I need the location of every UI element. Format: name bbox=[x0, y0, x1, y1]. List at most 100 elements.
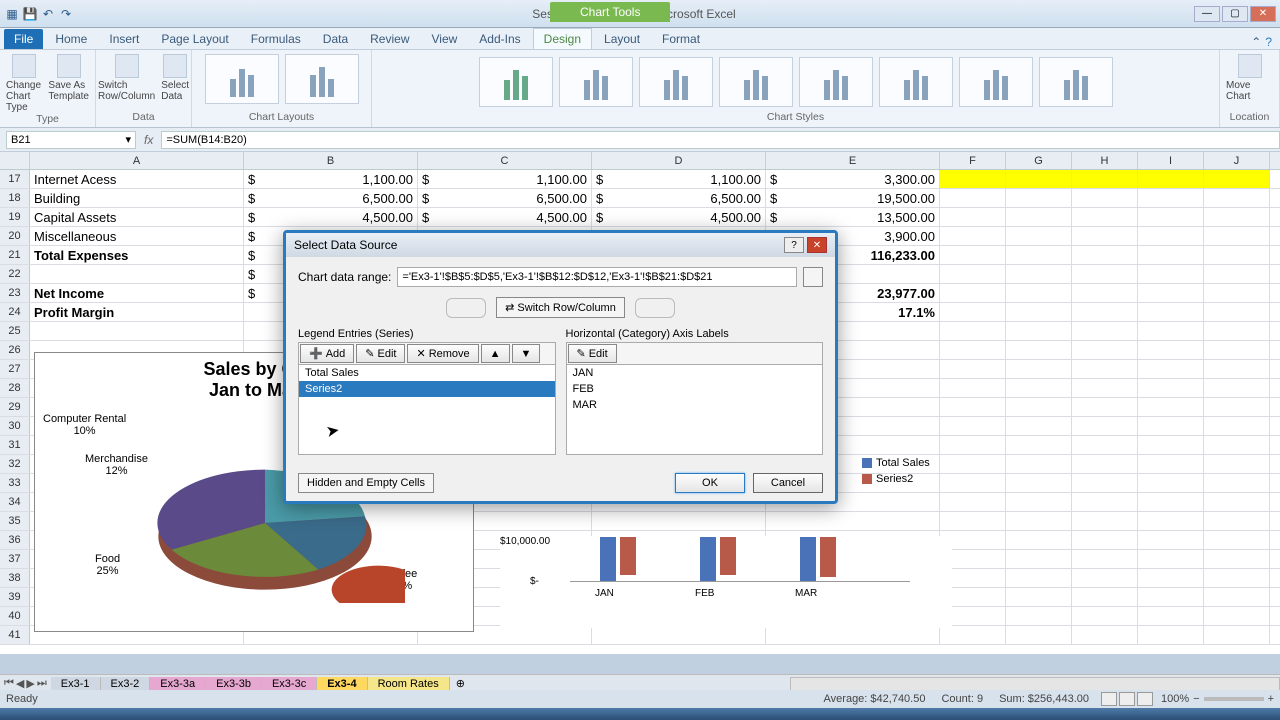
formula-bar[interactable]: =SUM(B14:B20) bbox=[161, 131, 1280, 149]
sheet-tab[interactable]: Ex3-3b bbox=[206, 677, 262, 691]
tab-data[interactable]: Data bbox=[313, 29, 358, 49]
tab-file[interactable]: File bbox=[4, 29, 43, 49]
chart-layout-option[interactable] bbox=[205, 54, 279, 104]
column-header[interactable]: B bbox=[244, 152, 418, 169]
table-row[interactable]: 18Building$6,500.00$6,500.00$6,500.00$19… bbox=[0, 189, 1280, 208]
tab-page-layout[interactable]: Page Layout bbox=[151, 29, 238, 49]
first-sheet-icon[interactable]: ⏮ bbox=[4, 677, 14, 690]
tab-insert[interactable]: Insert bbox=[99, 29, 149, 49]
name-box[interactable]: B21▾ bbox=[6, 131, 136, 149]
chart-style-option[interactable] bbox=[719, 57, 793, 107]
dialog-help-button[interactable]: ? bbox=[784, 237, 804, 253]
tab-home[interactable]: Home bbox=[45, 29, 97, 49]
save-icon[interactable]: 💾 bbox=[22, 6, 38, 22]
series-move-up-button[interactable]: ▲ bbox=[481, 344, 510, 363]
series-edit-button[interactable]: ✎Edit bbox=[356, 344, 405, 363]
chart-style-option[interactable] bbox=[1039, 57, 1113, 107]
column-header[interactable]: E bbox=[766, 152, 940, 169]
ok-button[interactable]: OK bbox=[675, 473, 745, 493]
series-move-down-button[interactable]: ▼ bbox=[512, 344, 541, 363]
column-header[interactable]: A bbox=[30, 152, 244, 169]
chart-style-option[interactable] bbox=[479, 57, 553, 107]
chevron-down-icon[interactable]: ▾ bbox=[125, 133, 131, 146]
chart-layout-option[interactable] bbox=[285, 54, 359, 104]
column-header[interactable]: G bbox=[1006, 152, 1072, 169]
chart-style-option[interactable] bbox=[879, 57, 953, 107]
windows-taskbar[interactable] bbox=[0, 708, 1280, 720]
column-header[interactable]: D bbox=[592, 152, 766, 169]
tab-format[interactable]: Format bbox=[652, 29, 710, 49]
tab-add-ins[interactable]: Add-Ins bbox=[469, 29, 530, 49]
range-picker-button[interactable] bbox=[803, 267, 823, 287]
horizontal-scrollbar[interactable] bbox=[790, 677, 1280, 691]
column-header[interactable]: I bbox=[1138, 152, 1204, 169]
chart-style-option[interactable] bbox=[799, 57, 873, 107]
select-data-button[interactable]: Select Data bbox=[161, 54, 189, 102]
pie-label: Computer Rental bbox=[43, 413, 126, 425]
new-sheet-icon[interactable]: ⊕ bbox=[450, 677, 471, 690]
view-normal-icon[interactable] bbox=[1101, 692, 1117, 706]
chart-style-option[interactable] bbox=[639, 57, 713, 107]
tab-formulas[interactable]: Formulas bbox=[241, 29, 311, 49]
sheet-tab[interactable]: Ex3-2 bbox=[101, 677, 151, 691]
prev-sheet-icon[interactable]: ◀ bbox=[16, 677, 24, 690]
column-header[interactable]: F bbox=[940, 152, 1006, 169]
undo-icon[interactable]: ↶ bbox=[40, 6, 56, 22]
list-item[interactable]: MAR bbox=[567, 397, 823, 413]
list-item[interactable]: JAN bbox=[567, 365, 823, 381]
move-chart-button[interactable]: Move Chart bbox=[1226, 54, 1273, 102]
chart-style-option[interactable] bbox=[959, 57, 1033, 107]
list-item[interactable]: Total Sales bbox=[299, 365, 555, 381]
change-chart-type-button[interactable]: Change Chart Type bbox=[6, 54, 42, 113]
tab-view[interactable]: View bbox=[422, 29, 468, 49]
tab-review[interactable]: Review bbox=[360, 29, 419, 49]
chart-style-option[interactable] bbox=[559, 57, 633, 107]
last-sheet-icon[interactable]: ⏭ bbox=[37, 677, 47, 690]
sheet-tab[interactable]: Ex3-1 bbox=[51, 677, 101, 691]
zoom-level[interactable]: 100% bbox=[1161, 693, 1189, 705]
column-header[interactable]: C bbox=[418, 152, 592, 169]
table-row[interactable]: 19Capital Assets$4,500.00$4,500.00$4,500… bbox=[0, 208, 1280, 227]
close-button[interactable]: ✕ bbox=[1250, 6, 1276, 22]
zoom-slider[interactable] bbox=[1204, 697, 1264, 701]
series-remove-button[interactable]: ✕Remove bbox=[407, 344, 478, 363]
column-header[interactable]: H bbox=[1072, 152, 1138, 169]
next-sheet-icon[interactable]: ▶ bbox=[26, 677, 34, 690]
sheet-tab[interactable]: Ex3-4 bbox=[317, 677, 367, 691]
save-as-template-button[interactable]: Save As Template bbox=[48, 54, 89, 113]
pie-pct: 25% bbox=[97, 565, 119, 577]
sheet-tab[interactable]: Ex3-3c bbox=[262, 677, 317, 691]
series-add-button[interactable]: ➕Add bbox=[300, 344, 354, 363]
tab-design[interactable]: Design bbox=[533, 28, 592, 49]
tab-layout[interactable]: Layout bbox=[594, 29, 650, 49]
zoom-in-icon[interactable]: + bbox=[1268, 693, 1274, 705]
view-page-layout-icon[interactable] bbox=[1119, 692, 1135, 706]
sheet-tab[interactable]: Room Rates bbox=[368, 677, 450, 691]
axis-list[interactable]: JAN FEB MAR bbox=[566, 365, 824, 455]
table-row[interactable]: 17Internet Acess$1,100.00$1,100.00$1,100… bbox=[0, 170, 1280, 189]
zoom-out-icon[interactable]: − bbox=[1193, 693, 1199, 705]
axis-labels-label: Horizontal (Category) Axis Labels bbox=[566, 328, 824, 340]
fx-icon[interactable]: fx bbox=[144, 133, 153, 147]
redo-icon[interactable]: ↷ bbox=[58, 6, 74, 22]
help-icon[interactable]: ? bbox=[1265, 35, 1272, 49]
list-item[interactable]: Series2 bbox=[299, 381, 555, 397]
axis-edit-button[interactable]: ✎Edit bbox=[568, 344, 617, 363]
switch-row-column-dialog-button[interactable]: ⇄ Switch Row/Column bbox=[496, 297, 625, 318]
chart-data-range-input[interactable] bbox=[397, 267, 797, 287]
hidden-empty-cells-button[interactable]: Hidden and Empty Cells bbox=[298, 473, 434, 493]
dialog-close-button[interactable]: ✕ bbox=[807, 237, 827, 253]
sheet-tab[interactable]: Ex3-3a bbox=[150, 677, 206, 691]
maximize-button[interactable]: ▢ bbox=[1222, 6, 1248, 22]
series-list[interactable]: Total Sales Series2 bbox=[298, 365, 556, 455]
view-page-break-icon[interactable] bbox=[1137, 692, 1153, 706]
switch-row-column-button[interactable]: Switch Row/Column bbox=[98, 54, 155, 102]
minimize-button[interactable]: — bbox=[1194, 6, 1220, 22]
legend-item: Total Sales bbox=[876, 457, 930, 469]
minimize-ribbon-icon[interactable]: ⌃ bbox=[1251, 35, 1261, 49]
column-header[interactable]: J bbox=[1204, 152, 1270, 169]
status-count: Count: 9 bbox=[941, 693, 983, 705]
embedded-bar-chart[interactable]: $10,000.00 $- JAN FEB MAR bbox=[500, 536, 952, 628]
list-item[interactable]: FEB bbox=[567, 381, 823, 397]
cancel-button[interactable]: Cancel bbox=[753, 473, 823, 493]
